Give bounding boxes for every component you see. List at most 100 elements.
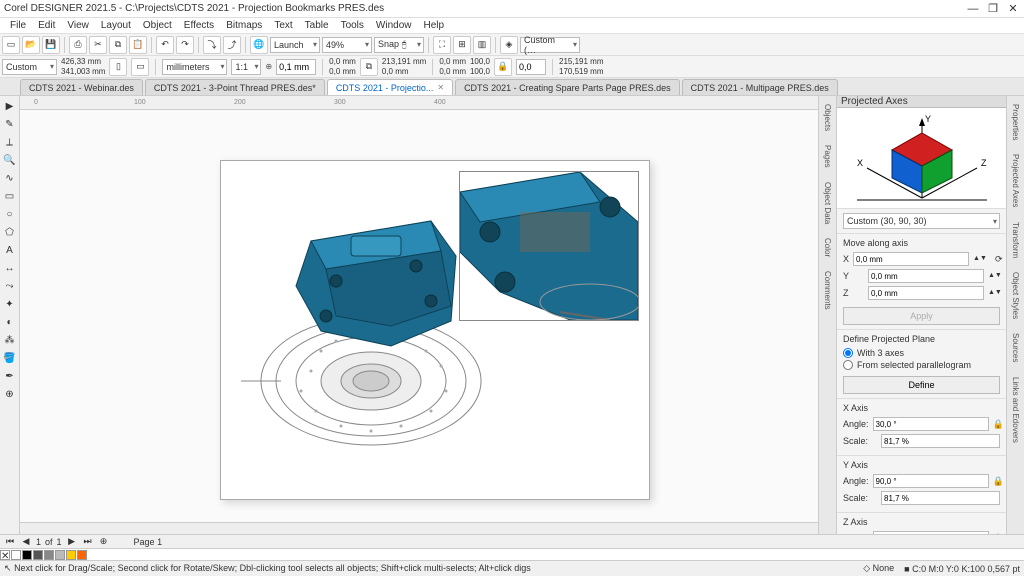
docker-color[interactable]: Color bbox=[821, 234, 834, 261]
color-swatch[interactable] bbox=[44, 550, 54, 560]
doc-tab-4[interactable]: CDTS 2021 - Multipage PRES.des bbox=[682, 79, 838, 95]
doc-tab-0[interactable]: CDTS 2021 - Webinar.des bbox=[20, 79, 143, 95]
add-page-icon[interactable]: ⊕ bbox=[98, 536, 110, 547]
page-preset-dropdown[interactable]: Custom bbox=[2, 59, 57, 75]
freehand-tool-icon[interactable]: ∿ bbox=[2, 170, 18, 186]
redo-icon[interactable]: ↷ bbox=[176, 36, 194, 54]
nudge-input[interactable] bbox=[276, 59, 316, 75]
export-icon[interactable]: ⤴ bbox=[223, 36, 241, 54]
text-tool-icon[interactable]: A bbox=[2, 242, 18, 258]
ellipse-tool-icon[interactable]: ○ bbox=[2, 206, 18, 222]
menu-table[interactable]: Table bbox=[299, 20, 335, 31]
spinner-icon[interactable]: ▲▼ bbox=[973, 256, 985, 262]
rectangle-tool-icon[interactable]: ▭ bbox=[2, 188, 18, 204]
save-icon[interactable]: 💾 bbox=[42, 36, 60, 54]
menu-help[interactable]: Help bbox=[418, 20, 451, 31]
docker-pages[interactable]: Pages bbox=[821, 141, 834, 172]
landscape-icon[interactable]: ▭ bbox=[131, 58, 149, 76]
first-page-icon[interactable]: ⏮ bbox=[4, 536, 16, 547]
with-3-axes-radio[interactable] bbox=[843, 348, 853, 358]
no-color-swatch[interactable]: ✕ bbox=[0, 550, 10, 560]
effect-tool-icon[interactable]: ✦ bbox=[2, 296, 18, 312]
cut-icon[interactable]: ✂ bbox=[89, 36, 107, 54]
page-tab[interactable]: Page 1 bbox=[134, 537, 163, 547]
projection-preset-select[interactable]: Custom (30, 90, 30) bbox=[843, 213, 1000, 229]
import-icon[interactable]: ⤵ bbox=[203, 36, 221, 54]
menu-object[interactable]: Object bbox=[137, 20, 178, 31]
move-z-input[interactable] bbox=[868, 286, 984, 300]
doc-tab-1[interactable]: CDTS 2021 - 3-Point Thread PRES.des* bbox=[145, 79, 325, 95]
lock-icon[interactable]: 🔒 bbox=[993, 476, 1004, 487]
color-swatch[interactable] bbox=[33, 550, 43, 560]
eyedropper-tool-icon[interactable]: ⁂ bbox=[2, 332, 18, 348]
paste-icon[interactable]: 📋 bbox=[129, 36, 147, 54]
menu-tools[interactable]: Tools bbox=[335, 20, 370, 31]
move-y-input[interactable] bbox=[868, 269, 984, 283]
menu-window[interactable]: Window bbox=[370, 20, 418, 31]
close-tab-icon[interactable]: ✕ bbox=[437, 83, 444, 92]
axes-3d-preview[interactable]: X Y Z bbox=[837, 108, 1006, 208]
grid-icon[interactable]: ⊞ bbox=[453, 36, 471, 54]
docker-properties[interactable]: Properties bbox=[1009, 100, 1022, 144]
docker-transform[interactable]: Transform bbox=[1009, 218, 1022, 262]
shape-tool-icon[interactable]: ✎ bbox=[2, 116, 18, 132]
copy-icon[interactable]: ⧉ bbox=[109, 36, 127, 54]
publish-icon[interactable]: 🌐 bbox=[250, 36, 268, 54]
print-icon[interactable]: ⎙ bbox=[69, 36, 87, 54]
ratio-dropdown[interactable]: 1:1 bbox=[231, 59, 261, 75]
from-parallelogram-radio[interactable] bbox=[843, 360, 853, 370]
menu-view[interactable]: View bbox=[61, 20, 95, 31]
color-swatch[interactable] bbox=[77, 550, 87, 560]
menu-layout[interactable]: Layout bbox=[95, 20, 137, 31]
doc-tab-2[interactable]: CDTS 2021 - Projectio...✕ bbox=[327, 79, 453, 95]
outline-tool-icon[interactable]: ✒ bbox=[2, 368, 18, 384]
rotate-icon[interactable]: ⟳ bbox=[995, 254, 1003, 265]
new-icon[interactable]: ▭ bbox=[2, 36, 20, 54]
move-x-input[interactable] bbox=[853, 252, 969, 266]
docker-sources[interactable]: Sources bbox=[1009, 329, 1022, 366]
undo-icon[interactable]: ↶ bbox=[156, 36, 174, 54]
snap-dropdown[interactable]: Snap 🖯 bbox=[374, 37, 424, 53]
connector-tool-icon[interactable]: ⤳ bbox=[2, 278, 18, 294]
polygon-tool-icon[interactable]: ⬠ bbox=[2, 224, 18, 240]
pick-tool-icon[interactable]: ▶ bbox=[2, 98, 18, 114]
y-angle-input[interactable] bbox=[873, 474, 989, 488]
docker-object-data[interactable]: Object Data bbox=[821, 178, 834, 228]
fill-tool-icon[interactable]: 🪣 bbox=[2, 350, 18, 366]
docker-links[interactable]: Links and Edovers bbox=[1009, 373, 1022, 447]
color-swatch[interactable] bbox=[22, 550, 32, 560]
transparency-tool-icon[interactable]: ◐ bbox=[2, 314, 18, 330]
docker-objects[interactable]: Objects bbox=[821, 100, 834, 135]
x-angle-input[interactable] bbox=[873, 417, 989, 431]
next-page-icon[interactable]: ▶ bbox=[66, 536, 78, 547]
dimension-tool-icon[interactable]: ↔ bbox=[2, 260, 18, 276]
lock-icon[interactable]: 🔒 bbox=[494, 58, 512, 76]
projection-icon[interactable]: ◈ bbox=[500, 36, 518, 54]
launch-dropdown[interactable]: Launch bbox=[270, 37, 320, 53]
more-tools-icon[interactable]: ⊕ bbox=[2, 386, 18, 402]
crop-tool-icon[interactable]: ⟂ bbox=[2, 134, 18, 150]
y-scale-input[interactable] bbox=[881, 491, 1000, 505]
zoom-tool-icon[interactable]: 🔍 bbox=[2, 152, 18, 168]
projection-preset-dropdown[interactable]: Custom (… bbox=[520, 37, 580, 53]
portrait-icon[interactable]: ▯ bbox=[109, 58, 127, 76]
prev-page-icon[interactable]: ◀ bbox=[20, 536, 32, 547]
color-swatch[interactable] bbox=[11, 550, 21, 560]
angle-input[interactable] bbox=[516, 59, 546, 75]
close-button[interactable]: ✕ bbox=[1006, 2, 1020, 16]
docker-comments[interactable]: Comments bbox=[821, 267, 834, 314]
guides-icon[interactable]: ▥ bbox=[473, 36, 491, 54]
units-dropdown[interactable]: millimeters bbox=[162, 59, 227, 75]
minimize-button[interactable]: — bbox=[966, 2, 980, 16]
lock-icon[interactable]: 🔒 bbox=[993, 419, 1004, 430]
menu-file[interactable]: File bbox=[4, 20, 32, 31]
drawing-canvas[interactable] bbox=[20, 110, 818, 522]
color-swatch[interactable] bbox=[66, 550, 76, 560]
docker-projected-axes[interactable]: Projected Axes bbox=[1009, 150, 1022, 211]
menu-text[interactable]: Text bbox=[268, 20, 298, 31]
menu-edit[interactable]: Edit bbox=[32, 20, 61, 31]
menu-effects[interactable]: Effects bbox=[178, 20, 220, 31]
dup-offset-icon[interactable]: ⧉ bbox=[360, 58, 378, 76]
maximize-button[interactable]: ❐ bbox=[986, 2, 1000, 16]
menu-bitmaps[interactable]: Bitmaps bbox=[220, 20, 268, 31]
